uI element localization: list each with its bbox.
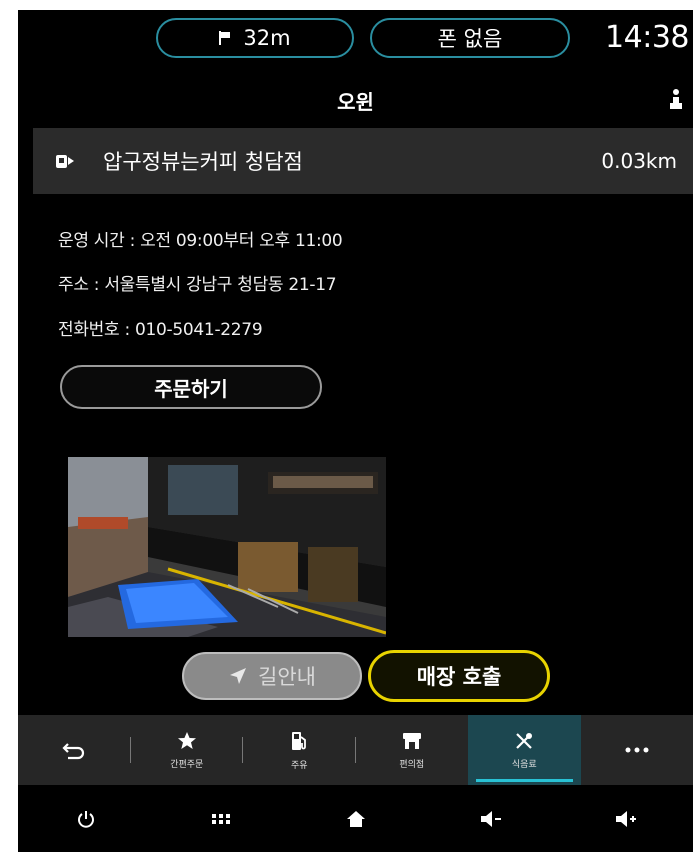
volume-up-icon — [615, 810, 636, 827]
home-icon — [346, 810, 365, 827]
page-title: 오윈 — [337, 90, 374, 114]
distance-text: 32m — [243, 26, 291, 50]
infotainment-screen: 32m 폰 없음 14:38 오윈 압구정뷰는커피 청담점 0.03km 운영 … — [18, 10, 693, 852]
tab-quick-order-label: 간편주문 — [170, 759, 204, 770]
navigate-label: 길안내 — [258, 665, 316, 689]
store-icon — [402, 732, 421, 749]
tab-fuel-label: 주유 — [290, 760, 308, 771]
store-photo — [68, 457, 386, 637]
tab-food-beverage[interactable]: 식음료 — [468, 715, 581, 785]
call-store-button[interactable]: 매장 호출 — [368, 650, 550, 702]
volume-down-button[interactable] — [423, 785, 558, 852]
more-icon — [625, 747, 649, 753]
tab-convenience-store-label: 편의점 — [399, 759, 425, 770]
phone-status-text: 폰 없음 — [437, 27, 503, 51]
tab-convenience-store[interactable]: 편의점 — [356, 715, 469, 785]
system-bar — [18, 785, 693, 852]
fuel-icon — [292, 731, 307, 750]
volume-down-icon — [480, 810, 501, 827]
power-icon — [77, 810, 94, 828]
tab-back[interactable] — [18, 715, 131, 785]
place-distance: 0.03km — [601, 149, 677, 173]
utensils-icon — [516, 732, 533, 749]
flag-icon — [219, 31, 231, 45]
tab-food-beverage-label: 식음료 — [511, 759, 537, 770]
navigation-arrow-icon — [230, 668, 247, 684]
category-tab-bar: 간편주문 주유 편의점 식음료 — [18, 715, 693, 785]
navigate-button[interactable]: 길안내 — [182, 652, 362, 700]
power-button[interactable] — [18, 785, 153, 852]
phone-number: 전화번호 : 010-5041-2279 — [58, 320, 263, 340]
back-icon — [62, 743, 85, 760]
order-button[interactable]: 주문하기 — [60, 365, 322, 409]
clock: 14:38 — [605, 20, 689, 55]
user-profile-icon[interactable] — [669, 88, 683, 110]
cafe-icon — [56, 155, 74, 168]
place-header: 압구정뷰는커피 청담점 0.03km — [33, 128, 693, 194]
volume-up-button[interactable] — [558, 785, 693, 852]
home-button[interactable] — [288, 785, 423, 852]
tab-quick-order[interactable]: 간편주문 — [131, 715, 243, 785]
tab-more[interactable] — [581, 715, 693, 785]
opening-hours: 운영 시간 : 오전 09:00부터 오후 11:00 — [58, 231, 343, 251]
apps-grid-icon — [211, 813, 230, 824]
tab-fuel[interactable]: 주유 — [243, 715, 356, 785]
apps-button[interactable] — [153, 785, 288, 852]
address: 주소 : 서울특별시 강남구 청담동 21-17 — [58, 275, 337, 295]
star-icon — [177, 731, 196, 749]
place-name: 압구정뷰는커피 청담점 — [103, 150, 303, 174]
distance-indicator[interactable]: 32m — [156, 18, 354, 58]
phone-status[interactable]: 폰 없음 — [370, 18, 570, 58]
